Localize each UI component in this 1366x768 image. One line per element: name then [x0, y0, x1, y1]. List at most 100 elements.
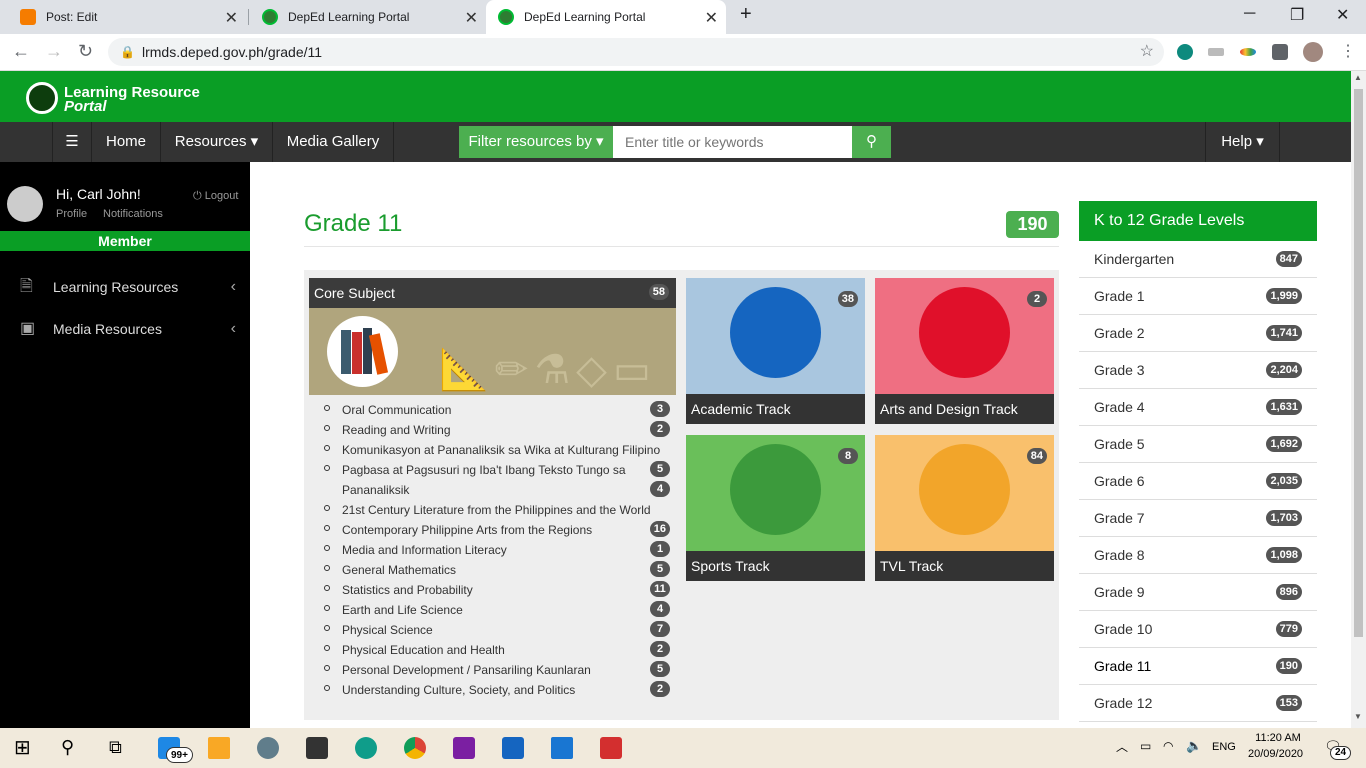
grade-level-item[interactable]: Grade 12 153 — [1079, 685, 1317, 722]
track-image[interactable]: 84 — [875, 435, 1054, 551]
grade-level-item[interactable]: Kindergarten 847 — [1079, 241, 1317, 278]
subject-name[interactable]: General Mathematics — [342, 563, 456, 577]
star-icon[interactable]: ☆ — [1140, 38, 1154, 66]
track-card[interactable]: 2 Arts and Design Track — [875, 278, 1054, 424]
profile-link[interactable]: Profile — [56, 208, 87, 220]
profile-avatar-icon[interactable] — [1303, 42, 1323, 62]
track-name[interactable]: Arts and Design Track — [875, 394, 1054, 424]
close-icon[interactable]: ✕ — [465, 8, 478, 28]
language-indicator[interactable]: ENG — [1212, 741, 1236, 753]
nav-help[interactable]: Help ▾ — [1205, 122, 1280, 162]
onenote-icon[interactable] — [453, 737, 475, 759]
store-icon[interactable] — [306, 737, 328, 759]
track-name[interactable]: Sports Track — [686, 551, 865, 581]
subject-item[interactable]: Pagbasa at Pagsusuri ng Iba't Ibang Teks… — [309, 460, 676, 480]
tab-deped-1[interactable]: DepEd Learning Portal ✕ — [250, 0, 486, 34]
search-button[interactable]: ⚲ — [852, 126, 891, 158]
url-field[interactable]: 🔒 lrmds.deped.gov.ph/grade/11 ☆ — [108, 38, 1164, 66]
grade-level-item[interactable]: Grade 10 779 — [1079, 611, 1317, 648]
app-icon[interactable] — [257, 737, 279, 759]
subject-name[interactable]: Reading and Writing — [342, 423, 451, 437]
search-input[interactable] — [613, 126, 852, 158]
grade-level-item[interactable]: Grade 11 190 — [1079, 648, 1317, 685]
close-icon[interactable]: ✕ — [225, 8, 238, 28]
new-tab-button[interactable]: + — [740, 3, 752, 26]
battery-icon[interactable]: ▭ — [1140, 739, 1151, 753]
back-icon[interactable]: ← — [12, 41, 30, 62]
subject-item[interactable]: Earth and Life Science 4 — [309, 600, 676, 620]
photos-icon[interactable] — [551, 737, 573, 759]
subject-item[interactable]: Physical Education and Health 2 — [309, 640, 676, 660]
subject-item[interactable]: Oral Communication 3 — [309, 400, 676, 420]
subject-name[interactable]: Physical Science — [342, 623, 433, 637]
subject-name[interactable]: Pagbasa at Pagsusuri ng Iba't Ibang Teks… — [342, 463, 626, 477]
filter-dropdown[interactable]: Filter resources by ▾ — [459, 126, 613, 158]
grade-level-item[interactable]: Grade 5 1,692 — [1079, 426, 1317, 463]
subject-item[interactable]: 21st Century Literature from the Philipp… — [309, 500, 676, 520]
subject-name[interactable]: Understanding Culture, Society, and Poli… — [342, 683, 575, 697]
subject-name[interactable]: Komunikasyon at Pananaliksik sa Wika at … — [342, 443, 660, 457]
subject-item[interactable]: Understanding Culture, Society, and Poli… — [309, 680, 676, 700]
window-close-icon[interactable]: ✕ — [1336, 5, 1349, 25]
scroll-down-icon[interactable]: ▼ — [1354, 712, 1362, 721]
subject-name[interactable]: Contemporary Philippine Arts from the Re… — [342, 523, 592, 537]
subject-name[interactable]: Pananaliksik — [342, 483, 409, 497]
search-icon[interactable]: ⚲ — [61, 737, 83, 759]
subject-item[interactable]: Pananaliksik 4 — [309, 480, 676, 500]
subject-name[interactable]: Media and Information Literacy — [342, 543, 507, 557]
windows-start-icon[interactable]: ⊞ — [14, 737, 36, 759]
grade-level-item[interactable]: Grade 4 1,631 — [1079, 389, 1317, 426]
chevron-up-icon[interactable]: ︿ — [1116, 738, 1128, 755]
notifications-link[interactable]: Notifications — [103, 208, 163, 220]
tab-post-edit[interactable]: Post: Edit ✕ — [8, 0, 246, 34]
subject-name[interactable]: Physical Education and Health — [342, 643, 505, 657]
logo-subtitle[interactable]: Portal — [64, 98, 107, 115]
grade-level-item[interactable]: Grade 3 2,204 — [1079, 352, 1317, 389]
grade-level-item[interactable]: Grade 6 2,035 — [1079, 463, 1317, 500]
close-icon[interactable]: ✕ — [705, 8, 718, 28]
nav-media-gallery[interactable]: Media Gallery — [273, 122, 394, 162]
mail-icon[interactable]: 99+ — [158, 737, 193, 763]
portal-logo-icon[interactable] — [26, 82, 58, 114]
track-image[interactable]: 2 — [875, 278, 1054, 394]
subject-name[interactable]: Personal Development / Pansariling Kaunl… — [342, 663, 591, 677]
task-view-icon[interactable]: ⧉ — [109, 737, 131, 759]
track-name[interactable]: TVL Track — [875, 551, 1054, 581]
tab-deped-active[interactable]: DepEd Learning Portal ✕ — [486, 0, 726, 34]
puzzle-icon[interactable] — [1272, 44, 1288, 60]
scroll-up-icon[interactable]: ▲ — [1354, 73, 1362, 82]
subject-name[interactable]: Earth and Life Science — [342, 603, 463, 617]
subject-item[interactable]: Contemporary Philippine Arts from the Re… — [309, 520, 676, 540]
grade-level-item[interactable]: Grade 1 1,999 — [1079, 278, 1317, 315]
extension-icon[interactable] — [1177, 44, 1193, 60]
clock-time[interactable]: 11:20 AM — [1250, 732, 1306, 744]
subject-item[interactable]: General Mathematics 5 — [309, 560, 676, 580]
chrome-icon[interactable] — [404, 737, 426, 759]
menu-icon[interactable]: ⋮ — [1340, 41, 1356, 61]
subject-name[interactable]: Statistics and Probability — [342, 583, 473, 597]
clock-date[interactable]: 20/09/2020 — [1248, 748, 1303, 760]
edge-icon[interactable] — [355, 737, 377, 759]
track-name[interactable]: Academic Track — [686, 394, 865, 424]
subject-name[interactable]: Oral Communication — [342, 403, 451, 417]
subject-name[interactable]: 21st Century Literature from the Philipp… — [342, 503, 651, 517]
pdf-reader-icon[interactable] — [600, 737, 622, 759]
scroll-thumb[interactable] — [1354, 89, 1363, 637]
grade-level-item[interactable]: Grade 7 1,703 — [1079, 500, 1317, 537]
track-card[interactable]: 84 TVL Track — [875, 435, 1054, 581]
forward-icon[interactable]: → — [45, 41, 63, 62]
core-subject-header[interactable]: Core Subject 58 — [309, 278, 676, 308]
extension-icon[interactable] — [1240, 48, 1256, 56]
logout-link[interactable]: ⏻ Logout — [193, 190, 238, 203]
subject-item[interactable]: Media and Information Literacy 1 — [309, 540, 676, 560]
subject-item[interactable]: Physical Science 7 — [309, 620, 676, 640]
word-icon[interactable] — [502, 737, 524, 759]
track-image[interactable]: 8 — [686, 435, 865, 551]
reload-icon[interactable]: ↻ — [78, 41, 93, 62]
file-explorer-icon[interactable] — [208, 737, 230, 759]
subject-item[interactable]: Statistics and Probability 11 — [309, 580, 676, 600]
grade-level-item[interactable]: Grade 8 1,098 — [1079, 537, 1317, 574]
minimize-icon[interactable]: ─ — [1244, 5, 1255, 23]
grade-level-item[interactable]: Grade 2 1,741 — [1079, 315, 1317, 352]
grade-level-item[interactable]: Grade 9 896 — [1079, 574, 1317, 611]
